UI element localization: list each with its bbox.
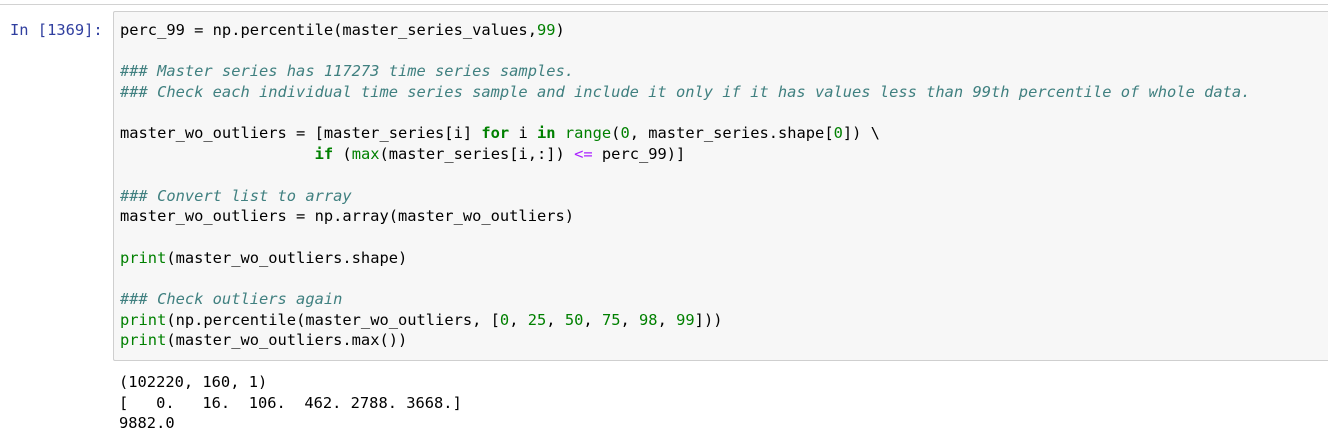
code-editor[interactable]: perc_99 = np.percentile(master_series_va…: [120, 20, 1250, 351]
cell-output: (102220, 160, 1) [ 0. 16. 106. 462. 2788.…: [119, 372, 462, 434]
keyword-if: if: [314, 145, 334, 164]
keyword-in: in: [537, 124, 556, 143]
operator-le: <=: [574, 145, 593, 164]
output-line: (102220, 160, 1): [119, 373, 268, 391]
number-literal: 99: [536, 21, 556, 39]
code-line-12: print(master_wo_outliers.shape): [120, 248, 408, 267]
builtin-print: print: [120, 310, 167, 329]
code-line-6: master_wo_outliers = [master_series[i] f…: [120, 124, 880, 143]
builtin-max: max: [351, 145, 380, 164]
input-prompt: In [1369]:: [10, 21, 103, 39]
code-cell-input[interactable]: perc_99 = np.percentile(master_series_va…: [113, 11, 1328, 361]
builtin-print: print: [120, 331, 167, 350]
output-line: 9882.0: [119, 414, 175, 433]
builtin-range: range: [564, 124, 612, 143]
number-literal: 50: [564, 310, 584, 329]
number-literal: 0: [499, 310, 510, 329]
code-comment: ### Master series has 117273 time series…: [120, 62, 575, 81]
cell-top-divider: [0, 4, 1328, 5]
number-literal: 0: [620, 124, 630, 143]
number-literal: 75: [601, 310, 621, 329]
code-line-7: if (max(master_series[i,:]) <= perc_99)]: [314, 145, 686, 164]
code-comment: ### Check each individual time series sa…: [120, 83, 1251, 102]
builtin-print: print: [120, 248, 167, 267]
code-line-10: master_wo_outliers = np.array(master_wo_…: [120, 207, 575, 226]
code-comment: ### Convert list to array: [120, 186, 352, 205]
code-line-16: print(master_wo_outliers.max()): [120, 331, 408, 350]
code-line-1: perc_99 = np.percentile(master_series_va…: [120, 21, 565, 39]
number-literal: 25: [527, 310, 547, 329]
code-comment: ### Check outliers again: [120, 289, 343, 308]
keyword-for: for: [481, 124, 510, 143]
output-line: [ 0. 16. 106. 462. 2788. 3668.]: [119, 393, 462, 412]
number-literal: 0: [833, 124, 843, 143]
number-literal: 99: [676, 310, 695, 329]
number-literal: 98: [639, 310, 658, 329]
code-line-15: print(np.percentile(master_wo_outliers, …: [120, 310, 723, 329]
